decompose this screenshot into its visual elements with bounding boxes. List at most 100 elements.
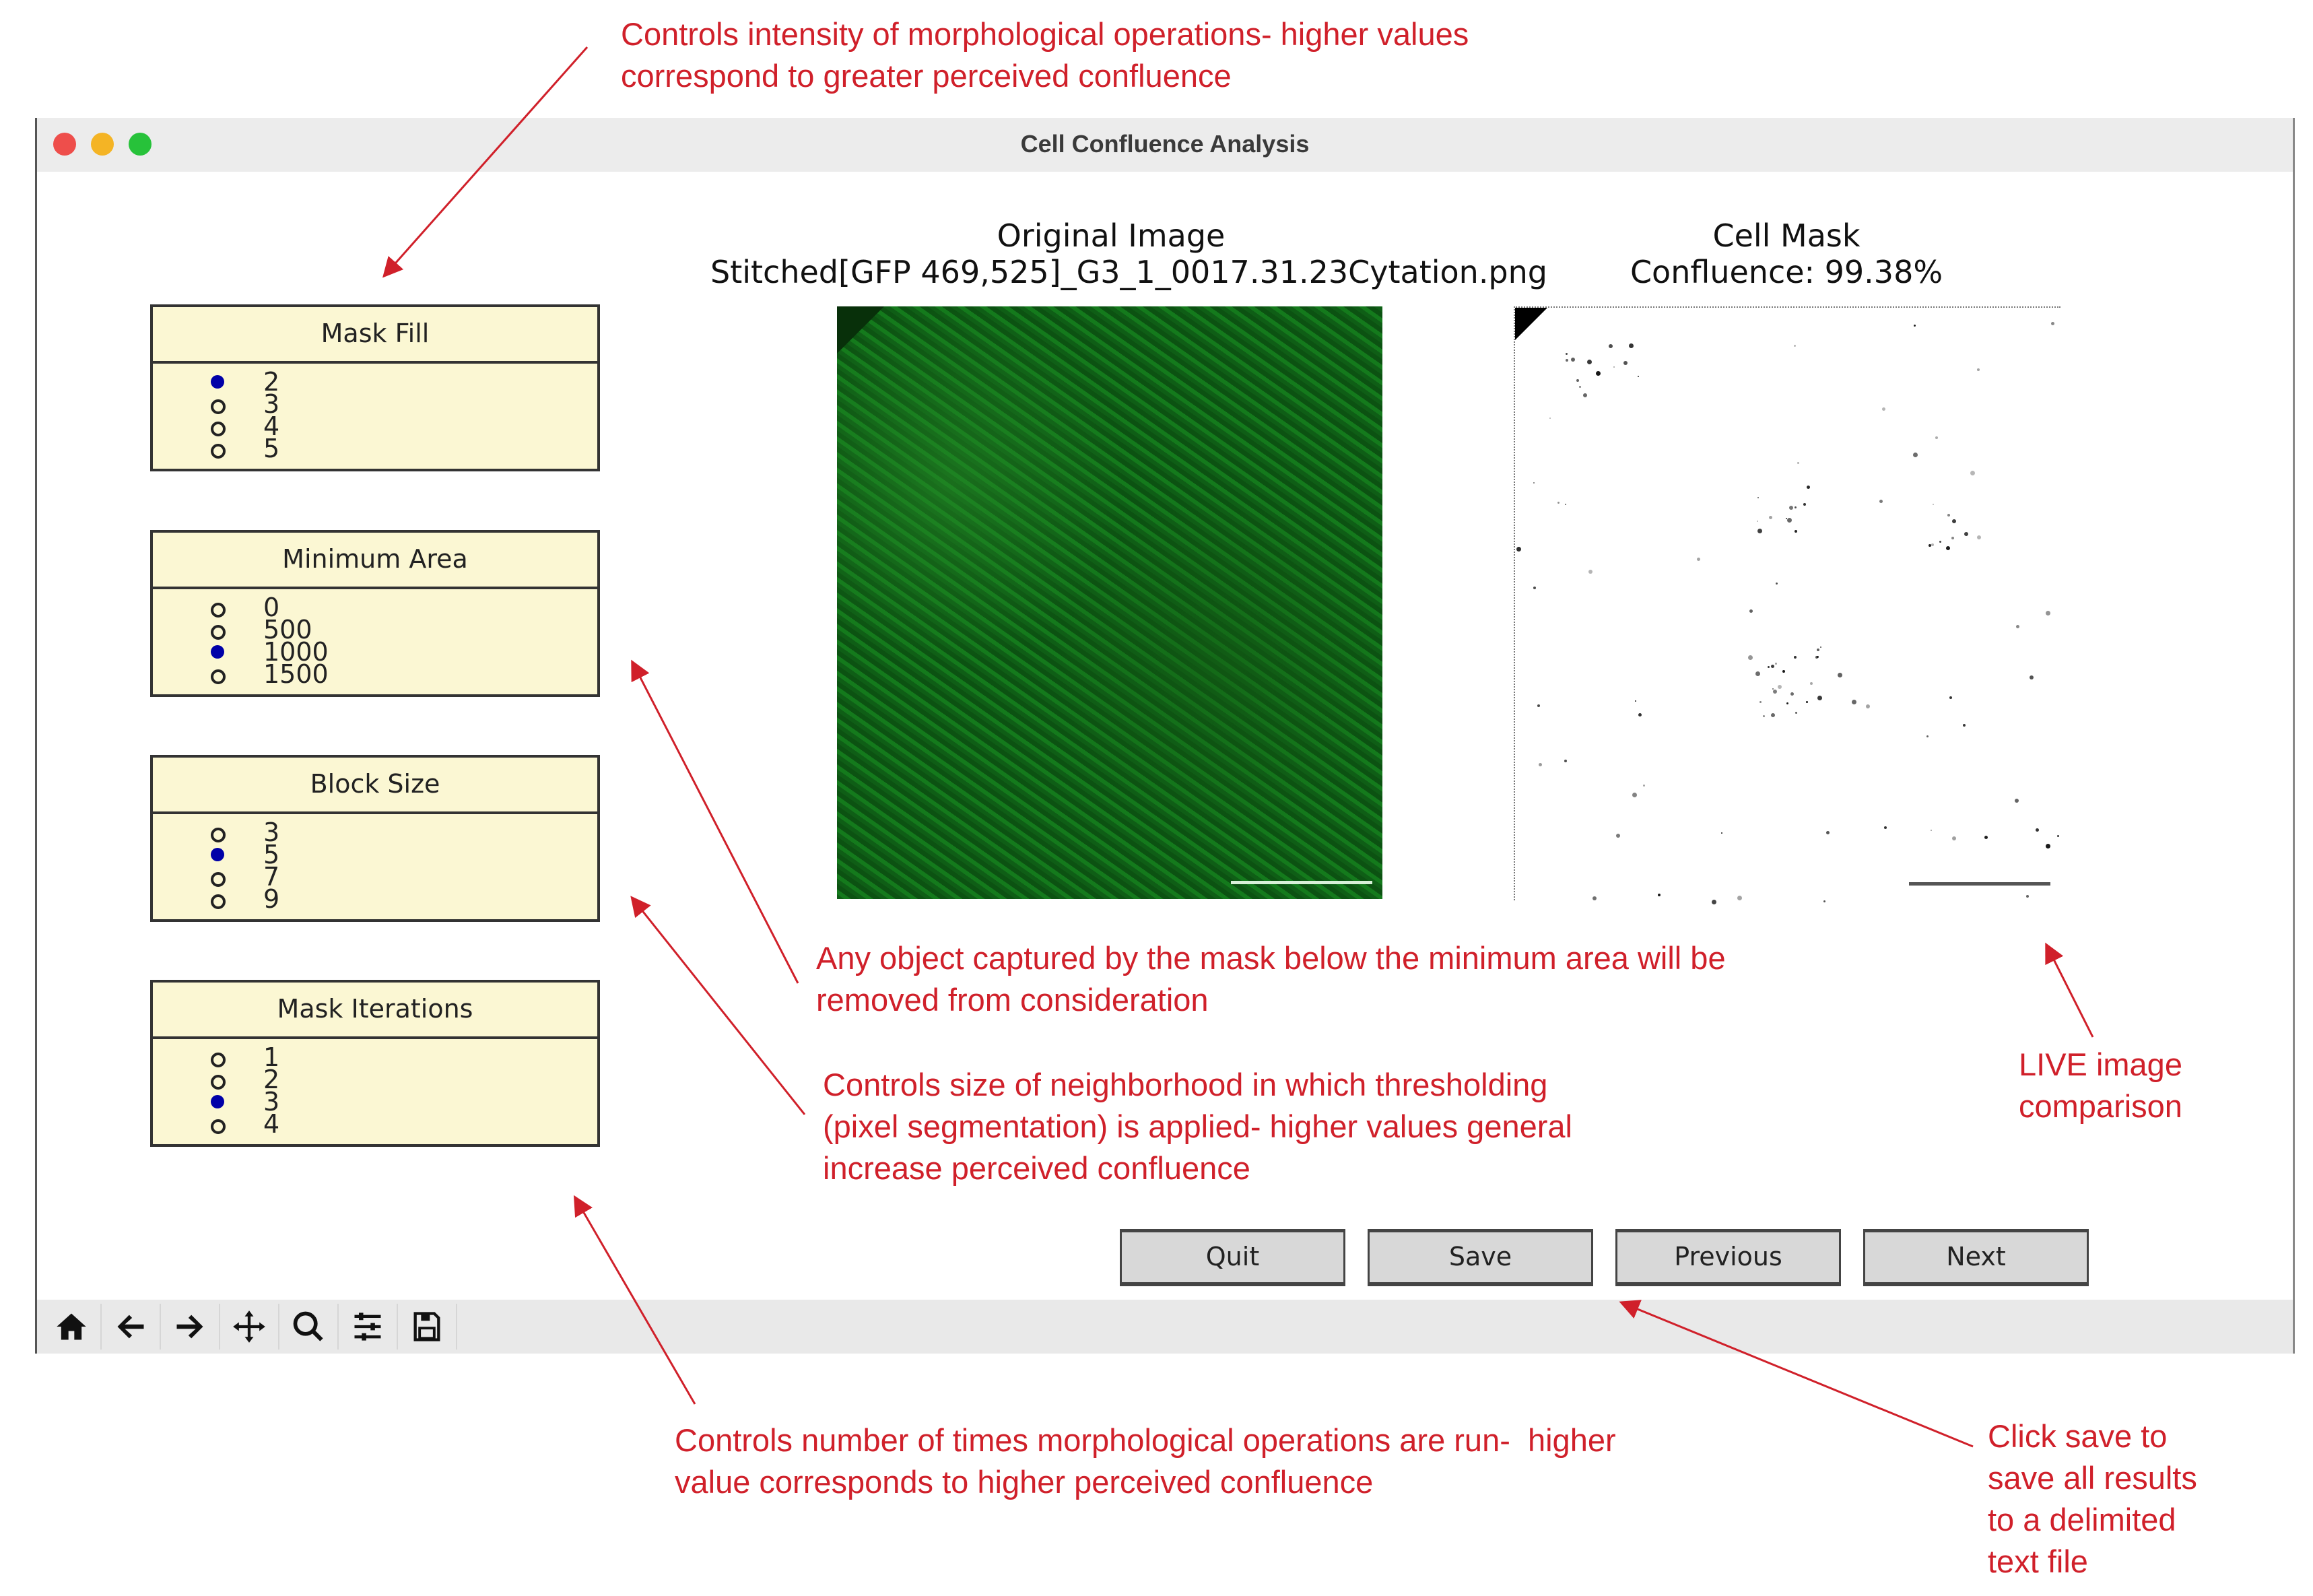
quit-button[interactable]: Quit [1120, 1229, 1345, 1286]
mask-speck [1926, 735, 1929, 738]
mask-speck [1788, 505, 1793, 510]
mask-speck [1763, 714, 1766, 717]
radio-unselected-icon[interactable] [211, 872, 226, 887]
mask-speck [2046, 843, 2051, 849]
radio-unselected-icon[interactable] [211, 603, 226, 618]
mask-speck [1623, 361, 1628, 366]
mask-speck [1803, 502, 1807, 506]
back-arrow-icon [117, 1315, 144, 1339]
mask-speck [1882, 407, 1886, 411]
radio-option[interactable]: 5 [153, 842, 597, 868]
mask-speck [2029, 675, 2034, 680]
home-icon [57, 1313, 86, 1340]
radio-option[interactable]: 9 [153, 886, 597, 912]
back-button[interactable] [102, 1304, 161, 1350]
mask-speck [1883, 826, 1887, 830]
radio-unselected-icon[interactable] [211, 1075, 226, 1090]
previous-button[interactable]: Previous [1615, 1229, 1841, 1286]
radio-option[interactable]: 500 [153, 617, 597, 643]
mask-speck [1549, 418, 1551, 420]
radio-group-mask-fill: Mask Fill 2345 [150, 304, 600, 471]
mask-speck [2014, 798, 2019, 803]
mask-speck [1782, 669, 1785, 673]
mask-speck [1793, 344, 1796, 347]
mask-speck [1629, 343, 1634, 349]
radio-option[interactable]: 1 [153, 1044, 597, 1071]
radio-unselected-icon[interactable] [211, 399, 226, 414]
pan-button[interactable] [220, 1304, 279, 1350]
mask-speck [1931, 830, 1933, 832]
radio-option[interactable]: 0 [153, 595, 597, 621]
radio-option[interactable]: 1500 [153, 661, 597, 688]
radio-unselected-icon[interactable] [211, 669, 226, 684]
radio-unselected-icon[interactable] [211, 828, 226, 842]
home-button[interactable] [42, 1304, 102, 1350]
mask-speck [1539, 762, 1543, 766]
radio-selected-icon[interactable] [211, 1095, 224, 1108]
zoom-button[interactable] [279, 1304, 339, 1350]
mask-speck [1817, 649, 1820, 652]
mask-speck [1984, 835, 1988, 839]
radio-option[interactable]: 2 [153, 369, 597, 395]
radio-option[interactable]: 1000 [153, 639, 597, 665]
mask-speck [1634, 700, 1636, 702]
mask-speck [1737, 896, 1742, 901]
next-button[interactable]: Next [1863, 1229, 2089, 1286]
mask-speck [1775, 663, 1778, 665]
mask-speck [1566, 353, 1568, 356]
radio-unselected-icon[interactable] [211, 1119, 226, 1134]
radio-option-label: 1500 [263, 659, 329, 689]
navigation-toolbar [37, 1300, 2293, 1354]
configure-subplots-button[interactable] [339, 1304, 398, 1350]
mask-speck [1970, 471, 1976, 476]
configure-subplots-icon [354, 1312, 381, 1341]
radio-unselected-icon[interactable] [211, 444, 226, 459]
radio-unselected-icon[interactable] [211, 1053, 226, 1067]
mask-speck [1935, 436, 1939, 439]
mask-speck [1638, 713, 1642, 717]
radio-group-title: Minimum Area [153, 533, 597, 589]
mask-speck [1879, 500, 1883, 504]
mask-speck [1712, 899, 1717, 904]
annotation-mask-iterations: Controls number of times morphological o… [675, 1422, 1616, 1500]
radio-selected-icon[interactable] [211, 645, 224, 659]
save-floppy-icon [413, 1312, 440, 1341]
radio-unselected-icon[interactable] [211, 625, 226, 640]
cell-mask-title: Cell Mask Confluence: 99.38% [1514, 218, 2059, 290]
forward-button[interactable] [161, 1304, 220, 1350]
radio-option[interactable]: 3 [153, 391, 597, 418]
radio-unselected-icon[interactable] [211, 894, 226, 909]
mask-speck [2016, 624, 2020, 628]
mask-speck [1790, 692, 1794, 696]
radio-group-mask-iterations: Mask Iterations 1234 [150, 980, 600, 1147]
radio-option[interactable]: 3 [153, 1089, 597, 1115]
mask-speck [1787, 518, 1792, 523]
radio-option[interactable]: 4 [153, 1111, 597, 1137]
mask-speck [1767, 665, 1770, 668]
radio-option[interactable]: 3 [153, 820, 597, 846]
radio-option[interactable]: 4 [153, 413, 597, 440]
radio-option[interactable]: 7 [153, 864, 597, 890]
mask-speck [1823, 900, 1826, 902]
mask-speck [1769, 516, 1773, 520]
mask-speck [1657, 894, 1661, 897]
save-figure-button[interactable] [398, 1304, 457, 1350]
radio-option-label: 5 [263, 434, 280, 463]
radio-option[interactable]: 2 [153, 1067, 597, 1093]
mask-speck [1637, 376, 1639, 378]
radio-unselected-icon[interactable] [211, 422, 226, 436]
mask-speck [1608, 343, 1613, 348]
mask-speck [1939, 540, 1942, 543]
mask-speck [1952, 836, 1957, 841]
radio-selected-icon[interactable] [211, 848, 224, 861]
mask-speck [1757, 496, 1759, 498]
radio-selected-icon[interactable] [211, 375, 224, 389]
save-button[interactable]: Save [1368, 1229, 1593, 1286]
mask-speck [1952, 519, 1957, 524]
mask-speck [1748, 655, 1753, 661]
radio-option[interactable]: 5 [153, 436, 597, 462]
mask-speck [1537, 704, 1540, 707]
mask-speck [1865, 704, 1870, 709]
mask-speck [1582, 393, 1587, 398]
mask-speck [1795, 529, 1798, 533]
